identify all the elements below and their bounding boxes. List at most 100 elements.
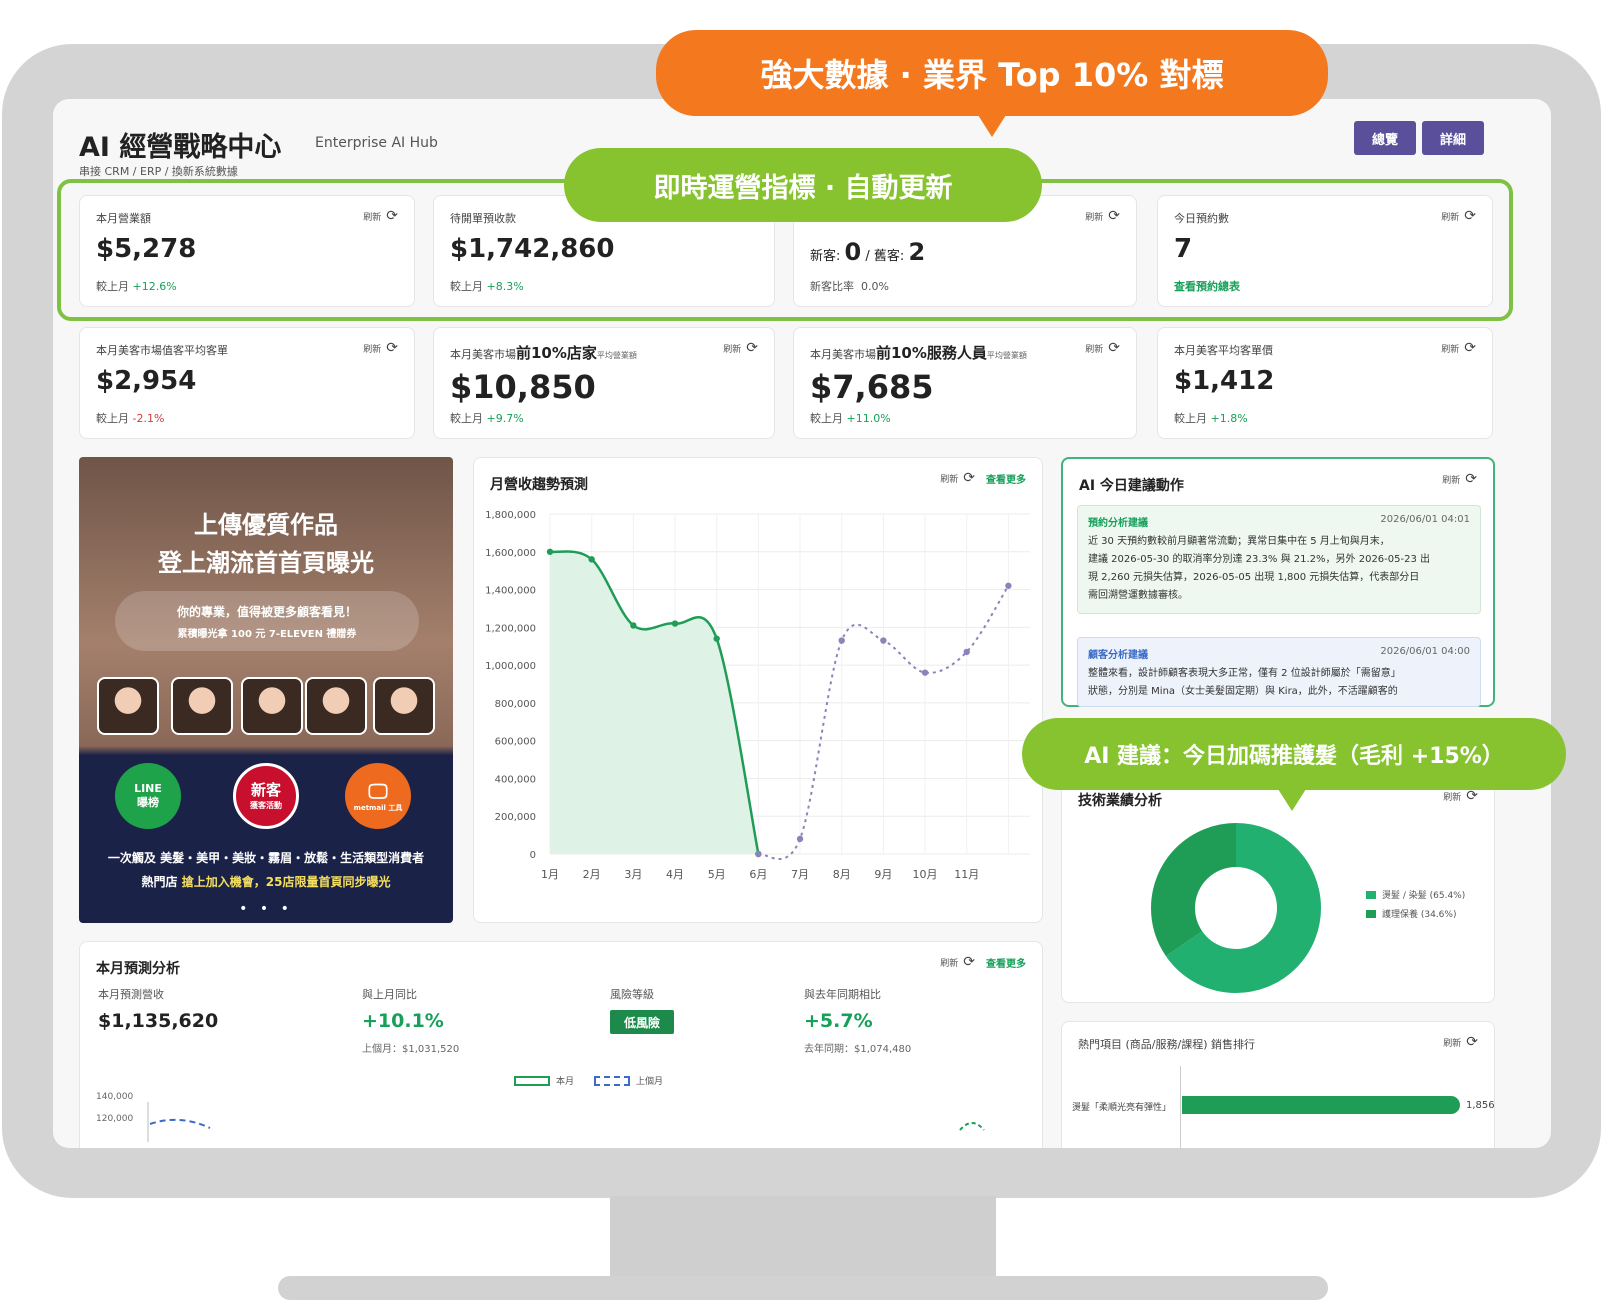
data-point (588, 556, 595, 563)
x-tick-label: 4月 (666, 868, 684, 881)
data-point (963, 648, 970, 656)
monthly-forecast-card: 本月預測分析 刷新 ⟳ 查看更多 本月預測營收 $1,135,620 與上月同比 +… (79, 941, 1043, 1148)
ai-suggestion-item[interactable]: 預約分析建議 2026/06/01 04:01 近 30 天預約數較前月顯著常流動… (1077, 505, 1481, 614)
compare-label: 較上月 (450, 412, 483, 425)
new-customer-badge: 新客 獲客活動 (233, 763, 299, 829)
overview-button[interactable]: 總覽 (1354, 121, 1416, 155)
data-point (880, 637, 887, 644)
suggestion-line: 整體來看，設計師顧客表現大多正常，僅有 2 位設計師屬於「需留意」 (1088, 668, 1401, 679)
data-point (713, 635, 720, 642)
suggestion-body: 整體來看，設計師顧客表現大多正常，僅有 2 位設計師屬於「需留意」 狀態，分別是… (1088, 665, 1470, 701)
benchmark-callout: 強大數據 · 業界 Top 10% 對標 (656, 30, 1328, 116)
data-point (671, 620, 679, 627)
view-more-link[interactable]: 查看更多 (986, 471, 1026, 486)
label-pre: 本月美客市場 (450, 348, 516, 361)
carousel-dots[interactable]: • • • (79, 901, 453, 917)
y-tick-label: 1,000,000 (485, 661, 536, 672)
refresh-icon: ⟳ (1464, 340, 1476, 356)
label-post: 平均營業額 (986, 351, 1027, 360)
legend-current[interactable]: 本月 (514, 1074, 574, 1087)
legend-swatch (1366, 909, 1376, 918)
revenue-trend-title: 月營收趨勢預測 (490, 477, 588, 493)
legend-label: 上個月 (636, 1077, 664, 1087)
refresh-icon[interactable]: ⟳ (963, 470, 975, 486)
promo-pill-line1: 你的專業，值得被更多顧客看見！ (176, 605, 357, 619)
x-tick-label: 1月 (541, 868, 559, 881)
realtime-callout: 即時運營指標 · 自動更新 (564, 148, 1042, 222)
refresh-button[interactable]: 刷新 ⟳ (1085, 340, 1120, 356)
ranking-item-label: 燙髮「柔順光亮有彈性」 (1072, 1103, 1172, 1113)
suggestion-line: 近 30 天預約數較前月顯著常流動；異常日集中在 5 月上旬與月末， (1088, 536, 1390, 547)
kpi-value: $1,412 (1174, 366, 1275, 396)
y-tick-label: 400,000 (495, 774, 536, 785)
refresh-label: 刷新 (1443, 792, 1462, 803)
refresh-icon: ⟳ (1465, 471, 1477, 487)
ranking-item-value: 1,856 (1466, 1100, 1495, 1111)
kpi-compare: 較上月 +1.8% (1174, 410, 1248, 426)
ranking-title: 熱門項目 (商品/服務/課程) 銷售排行 (1078, 1038, 1255, 1051)
stylist-avatar (305, 677, 367, 735)
tool-badge-label: metmail 工具 (353, 804, 403, 813)
legend-previous[interactable]: 上個月 (594, 1074, 663, 1087)
chart-toolbar: 刷新 ⟳ 查看更多 (940, 470, 1026, 486)
refresh-button[interactable]: 刷新 ⟳ (1441, 340, 1476, 356)
y-tick: 120,000 (96, 1114, 134, 1124)
y-tick-label: 1,800,000 (485, 510, 536, 521)
refresh-label: 刷新 (363, 344, 382, 355)
label-bold: 前10%服務人員 (876, 344, 987, 362)
kpi-value: $2,954 (96, 366, 197, 396)
page-subtitle: Enterprise AI Hub (315, 135, 438, 151)
kpi-delta: +1.8% (1210, 412, 1248, 425)
data-point (630, 622, 637, 629)
refresh-icon: ⟳ (1108, 340, 1120, 356)
suggestion-tag: 預約分析建議 (1088, 518, 1148, 529)
legend-swatch (594, 1075, 630, 1086)
refresh-button[interactable]: 刷新 ⟳ (1442, 471, 1477, 487)
callout-pointer (1278, 789, 1306, 811)
suggestion-line: 現 2,260 元損失估算，2026-05-05 出現 1,800 元損失估算，… (1088, 572, 1420, 583)
detail-button[interactable]: 詳細 (1422, 121, 1484, 155)
monitor-stand-base (278, 1276, 1328, 1300)
promo-foot-highlight: 搶上加入機會，25店限量首頁同步曝光 (181, 875, 391, 889)
refresh-label: 刷新 (1085, 344, 1104, 355)
y-tick-label: 800,000 (495, 699, 536, 710)
data-point (1005, 582, 1012, 589)
data-point (755, 850, 762, 858)
refresh-button[interactable]: 刷新 ⟳ (723, 340, 758, 356)
tech-performance-title: 技術業績分析 (1078, 793, 1162, 809)
y-tick-label: 200,000 (495, 812, 536, 823)
label-post: 平均營業額 (596, 351, 637, 360)
refresh-label: 刷新 (940, 474, 959, 485)
stat-label: 與去年同期相比 (804, 988, 881, 1001)
ai-suggestion-item[interactable]: 顧客分析建議 2026/06/01 04:00 整體來看，設計師顧客表現大多正常，… (1077, 637, 1481, 707)
x-tick-label: 8月 (833, 868, 851, 881)
stat-value: +5.7% (804, 1010, 873, 1032)
suggestion-tag: 顧客分析建議 (1088, 650, 1148, 661)
page-caption: 串接 CRM / ERP / 換新系統數據 (79, 165, 238, 178)
series-area (550, 551, 759, 854)
refresh-label: 刷新 (1442, 475, 1461, 486)
refresh-label: 刷新 (940, 958, 959, 969)
view-more-link[interactable]: 查看更多 (986, 955, 1026, 970)
data-point (546, 548, 554, 555)
refresh-button[interactable]: 刷新 ⟳ (363, 340, 398, 356)
chart-toolbar: 刷新 ⟳ 查看更多 (940, 954, 1026, 970)
promo-pill: 你的專業，值得被更多顧客看見！ 累積曝光拿 100 元 7-ELEVEN 禮贈券 (115, 591, 419, 651)
promo-foot-2: 熱門店 搶上加入機會，25店限量首頁同步曝光 (79, 873, 453, 890)
x-tick-label: 2月 (583, 868, 601, 881)
refresh-button[interactable]: 刷新 ⟳ (1443, 788, 1478, 804)
y-tick-label: 600,000 (495, 737, 536, 748)
legend-item: 護理保養 (34.6%) (1366, 907, 1456, 920)
stat-label: 與上月同比 (362, 988, 417, 1001)
forecast-line-chart (147, 1102, 985, 1142)
revenue-trend-card: 月營收趨勢預測 刷新 ⟳ 查看更多 1,800,000 1,600,000 1,400,… (473, 457, 1043, 923)
refresh-button[interactable]: 刷新 ⟳ (1443, 1034, 1478, 1050)
legend-label: 本月 (556, 1077, 575, 1087)
suggestion-date: 2026/06/01 04:00 (1380, 646, 1470, 657)
tech-donut-chart (1151, 823, 1321, 993)
promo-banner[interactable]: 上傳優質作品 登上潮流首首頁曝光 你的專業，值得被更多顧客看見！ 累積曝光拿 1… (79, 457, 453, 923)
refresh-icon[interactable]: ⟳ (963, 954, 975, 970)
x-tick-label: 9月 (874, 868, 892, 881)
new-badge-sub: 獲客活動 (250, 800, 282, 810)
stylist-avatar (171, 677, 233, 735)
